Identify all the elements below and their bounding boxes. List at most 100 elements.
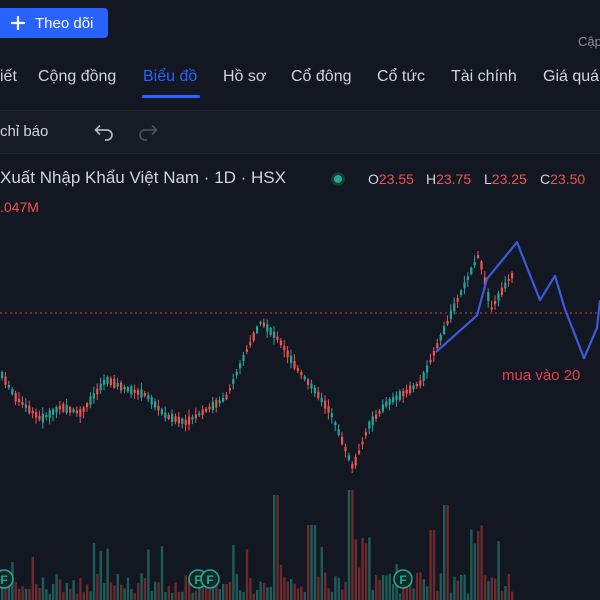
projection-drawing[interactable] [435, 241, 600, 360]
candle [375, 414, 378, 419]
volume-bar [415, 572, 419, 600]
candle [225, 394, 228, 400]
ohlc-open: O23.55 [368, 171, 414, 187]
event-marker-icon[interactable]: F [0, 569, 14, 589]
candle [72, 409, 75, 413]
candle [398, 391, 401, 400]
candle [364, 432, 367, 436]
candle [96, 388, 99, 395]
candle [320, 397, 323, 403]
volume-bar [249, 578, 252, 600]
candle [245, 349, 248, 352]
candle [143, 393, 146, 396]
volume-bar [463, 574, 466, 600]
volume-bar [371, 589, 374, 600]
candle [177, 417, 180, 424]
candle [92, 393, 95, 399]
candle [75, 410, 78, 414]
candle [460, 290, 463, 295]
candle [354, 456, 357, 466]
candle [7, 384, 10, 388]
volume-bar [507, 574, 510, 600]
candle [21, 401, 24, 405]
volume-bar [477, 531, 480, 600]
volume-bar [344, 581, 347, 600]
candle [79, 409, 82, 417]
candle [28, 405, 31, 413]
volume-bar [113, 585, 116, 600]
volume-bar [31, 556, 34, 600]
candle [361, 441, 364, 445]
candle [242, 354, 245, 362]
volume-bar [511, 591, 514, 600]
volume-bar [269, 586, 272, 600]
volume-bar [86, 584, 89, 600]
volume-bar [273, 495, 276, 600]
volume-bar [443, 505, 446, 600]
volume-bar [75, 593, 79, 600]
volume-bar [174, 582, 177, 600]
volume-bar [167, 586, 170, 600]
candle [303, 376, 306, 380]
candle [273, 331, 276, 338]
volume-bar [368, 537, 371, 600]
volume-bar [28, 589, 31, 600]
event-marker-icon[interactable]: F [200, 569, 220, 589]
volume-bar [79, 578, 82, 600]
volume-bar [317, 576, 320, 600]
candle [259, 321, 262, 324]
candle [4, 376, 7, 385]
volume-bar [184, 574, 187, 600]
candle [235, 371, 238, 376]
volume-bar [286, 581, 289, 600]
volume-bar [150, 591, 153, 600]
volume-bar [41, 577, 45, 600]
candle [113, 378, 116, 388]
candle [439, 334, 442, 341]
volume-bar [351, 490, 354, 600]
volume-bar [194, 590, 198, 600]
volume-bar [456, 580, 459, 600]
candle [58, 406, 61, 410]
candle [109, 378, 112, 386]
volume-bar [89, 591, 92, 600]
volume-bar [419, 572, 422, 600]
volume-bar [412, 588, 415, 600]
candle-layer [1, 250, 514, 474]
candle [201, 409, 204, 415]
candle [35, 412, 38, 418]
candle [290, 355, 293, 363]
candle [89, 396, 92, 405]
candle [307, 379, 310, 385]
price-chart[interactable]: FFFF [0, 0, 600, 600]
candle [429, 359, 432, 363]
candle [283, 346, 286, 351]
candle [405, 389, 408, 394]
page: Theo dõi Cập iết Cộng đồng Biểu đồ Hồ sơ… [0, 0, 600, 600]
event-marker-label: F [206, 573, 213, 587]
candle [154, 401, 157, 408]
candle [18, 398, 21, 403]
candle [171, 414, 174, 422]
volume-bar [470, 529, 473, 600]
event-marker-icon[interactable]: F [393, 569, 413, 589]
candle [205, 408, 208, 412]
volume-bar [497, 541, 500, 600]
volume-bar [48, 593, 51, 600]
candle [140, 389, 143, 398]
volume-bar [133, 593, 136, 600]
volume-bar [293, 583, 296, 600]
candle [507, 278, 510, 281]
volume-bar [177, 591, 181, 600]
candle [409, 385, 412, 394]
candle [167, 415, 170, 419]
candle [497, 293, 500, 301]
volume-bar [290, 578, 293, 600]
candle [344, 447, 347, 452]
candle [24, 404, 27, 409]
volume-bar [18, 588, 21, 600]
candle [211, 401, 214, 411]
candle [337, 429, 340, 436]
candle [14, 392, 17, 402]
volume-bar [120, 584, 123, 600]
